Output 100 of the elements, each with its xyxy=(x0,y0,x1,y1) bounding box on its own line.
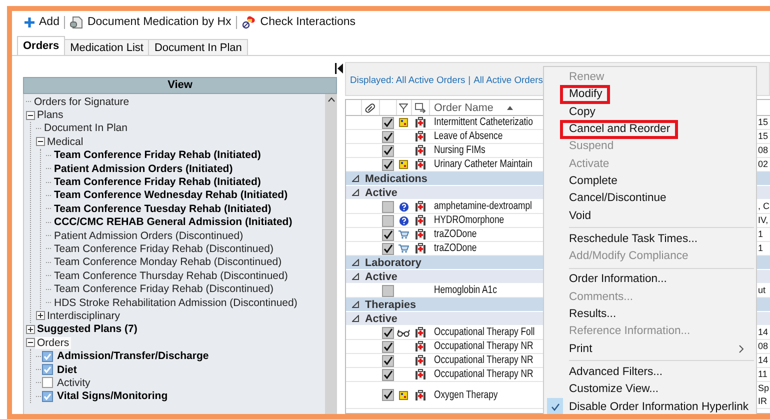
subgroup-header: Active xyxy=(365,186,398,198)
displayed-filter-link[interactable]: Displayed: All Active Orders xyxy=(350,74,466,84)
checkbox[interactable] xyxy=(382,130,394,142)
tree-item[interactable]: Suggested Plans (7) xyxy=(35,323,140,336)
checkbox[interactable] xyxy=(382,368,394,380)
menu-item[interactable]: Results... xyxy=(560,305,624,324)
menu-item[interactable]: Cancel and Reorder xyxy=(560,120,678,140)
separator-text: | xyxy=(468,74,471,84)
order-name[interactable]: Occupational Therapy NR xyxy=(434,368,534,381)
table-cell-text: 02 xyxy=(758,158,770,171)
checkbox[interactable] xyxy=(382,144,394,156)
tree-item[interactable]: HDS Stroke Rehabilitation Admission (Discontinued) xyxy=(52,296,300,309)
panel-header: View xyxy=(23,77,337,94)
table-cell-text: 11 xyxy=(758,368,768,381)
tree-item[interactable]: Document In Plan xyxy=(42,122,130,134)
table-cell-text: IV, xyxy=(758,214,770,227)
tree-item[interactable]: Team Conference Monday Rehab (Discontinued) xyxy=(52,256,284,268)
subgroup-header: Active xyxy=(365,270,398,282)
tree-item[interactable]: Patient Admission Orders (Discontinued) xyxy=(52,230,246,242)
order-name[interactable]: Occupational Therapy NR xyxy=(434,340,534,353)
menu-item[interactable]: Modify xyxy=(560,85,610,104)
checkbox[interactable] xyxy=(42,350,53,362)
order-name[interactable]: traZODone xyxy=(434,228,477,241)
check-icon xyxy=(382,390,392,400)
tree-item[interactable]: Interdisciplinary xyxy=(45,310,122,322)
order-name[interactable]: Occupational Therapy Foll xyxy=(434,326,535,339)
tree-item[interactable]: Team Conference Friday Rehab (Discontinued) xyxy=(52,242,276,255)
tree-item[interactable]: Activity xyxy=(55,376,92,389)
checkbox[interactable] xyxy=(382,340,394,352)
filter-link[interactable]: All Active Orders xyxy=(474,74,543,84)
menu-item[interactable]: Reschedule Task Times... xyxy=(560,230,706,249)
order-name[interactable]: HYDROmorphone xyxy=(434,214,504,227)
checkbox[interactable] xyxy=(42,364,53,375)
order-name[interactable]: traZODone xyxy=(434,242,477,255)
document-medication-button[interactable]: Document Medication by Hx xyxy=(67,13,234,31)
checkbox[interactable] xyxy=(382,354,394,366)
order-name[interactable]: Leave of Absence xyxy=(434,130,503,143)
table-cell: Sp IR xyxy=(758,382,770,408)
add-button[interactable]: Add xyxy=(21,13,62,31)
check-interactions-button[interactable]: Check Interactions xyxy=(239,13,359,31)
tree-item[interactable]: Team Conference Friday Rehab (Discontinued) xyxy=(52,283,276,296)
group-header: Therapies xyxy=(365,298,416,310)
order-name[interactable]: Hemoglobin A1c xyxy=(434,284,497,297)
order-name[interactable]: Oxygen Therapy xyxy=(434,388,498,402)
tree-item[interactable]: Plans xyxy=(35,109,66,122)
checkbox[interactable] xyxy=(42,390,53,402)
checkbox[interactable] xyxy=(382,326,394,338)
menu-item[interactable]: Complete xyxy=(560,172,626,191)
menu-item[interactable]: Disable Order Information Hyperlink xyxy=(560,398,757,414)
column-header[interactable]: Order Name xyxy=(434,102,494,114)
menu-item[interactable]: Order Information... xyxy=(560,270,675,290)
menu-item[interactable]: Copy xyxy=(560,102,604,122)
sort-icon xyxy=(507,106,514,110)
order-name[interactable]: Intermittent Catheterizatio xyxy=(434,116,533,129)
checkbox[interactable] xyxy=(382,200,394,212)
tree-item[interactable]: Team Conference Friday Rehab (Initiated) xyxy=(52,176,263,188)
checkbox[interactable] xyxy=(382,389,394,401)
tree-item[interactable]: Orders for Signature xyxy=(32,96,132,108)
tab[interactable]: Document In Plan xyxy=(148,39,248,55)
checkbox[interactable] xyxy=(382,116,394,128)
order-name[interactable]: Occupational Therapy NR xyxy=(434,354,534,367)
tree-item[interactable]: Team Conference Friday Rehab (Initiated) xyxy=(52,149,263,162)
table-cell-text: 14 xyxy=(758,326,770,339)
menu-item[interactable]: Print xyxy=(560,340,600,359)
table-cell-text: 08 xyxy=(758,144,770,157)
tab[interactable]: Orders xyxy=(17,36,66,55)
tree-item[interactable]: Team Conference Tuesday Rehab (Initiated) xyxy=(52,202,274,215)
scrollbar[interactable] xyxy=(325,94,337,414)
checkbox[interactable] xyxy=(42,377,53,388)
checkbox[interactable] xyxy=(382,284,394,296)
table-cell-text: 15 xyxy=(758,130,770,143)
tree-item[interactable]: Team Conference Wednesday Rehab (Initiated) xyxy=(52,189,290,202)
menu-item[interactable]: Customize View... xyxy=(560,380,667,400)
checkbox[interactable] xyxy=(382,158,394,170)
subgroup-header: Active xyxy=(365,312,398,324)
menu-item[interactable]: Cancel/Discontinue xyxy=(560,189,674,208)
tree-item[interactable]: Admission/Transfer/Discharge xyxy=(55,350,211,362)
table-cell-text: 1 xyxy=(758,242,764,255)
tab[interactable]: Medication List xyxy=(64,39,150,55)
order-name[interactable]: Nursing FIMs xyxy=(434,144,486,157)
tree-item[interactable]: Orders xyxy=(35,336,72,349)
menu-item[interactable]: Void xyxy=(560,206,599,226)
table-cell-text: 14 xyxy=(758,354,770,367)
table-cell-text: ut xyxy=(758,284,767,297)
order-name[interactable]: Urinary Catheter Maintain xyxy=(434,158,532,171)
table-cell-text: 08 xyxy=(758,340,770,353)
tree-item[interactable]: Patient Admission Orders (Initiated) xyxy=(52,162,235,175)
menu-item[interactable]: Advanced Filters... xyxy=(560,362,671,382)
table-cell-text: 15 xyxy=(758,116,770,129)
collapse-panel-icon xyxy=(335,63,343,74)
checkbox[interactable] xyxy=(382,214,394,226)
tree-item[interactable]: Vital Signs/Monitoring xyxy=(55,390,170,402)
tree-item[interactable]: Team Conference Thursday Rehab (Discontinued) xyxy=(52,270,290,282)
tree-item[interactable]: Medical xyxy=(45,136,86,148)
order-name[interactable]: amphetamine-dextroampl xyxy=(434,200,532,213)
tree-item[interactable]: CCC/CMC REHAB General Admission (Initiated) xyxy=(52,216,294,228)
checkbox[interactable] xyxy=(382,228,394,240)
check-icon xyxy=(550,402,560,411)
checkbox[interactable] xyxy=(382,242,394,254)
tree-item[interactable]: Diet xyxy=(55,364,79,376)
